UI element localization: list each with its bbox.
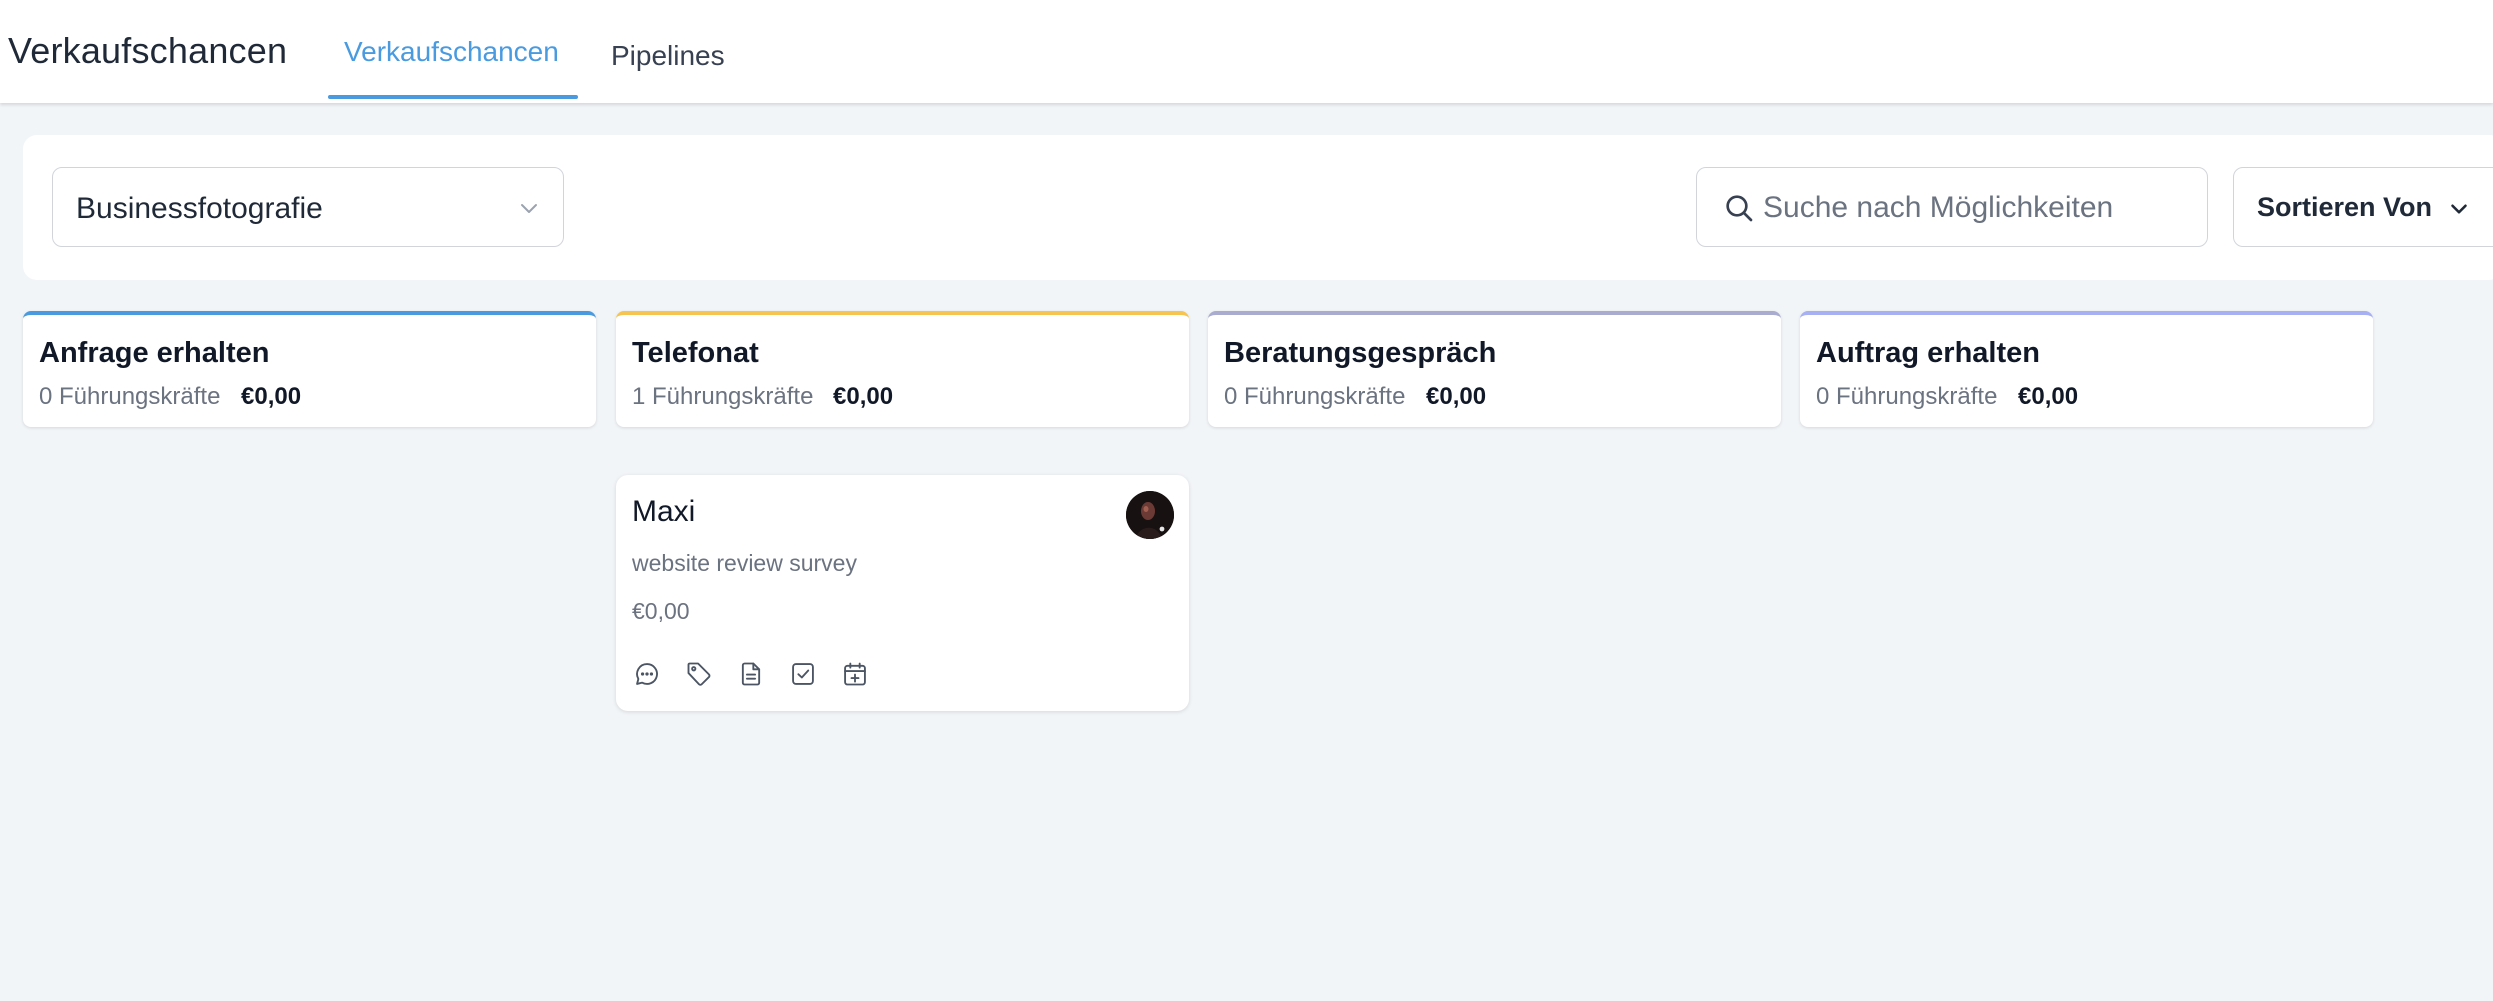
pipeline-select[interactable]: Businessfotografie [52,167,564,247]
active-tab-indicator [328,95,578,99]
avatar-image [1126,491,1174,539]
stage-name: Anfrage erhalten [39,337,270,369]
stage-amount: €0,00 [1426,383,1487,410]
search-input[interactable] [1763,186,2173,230]
document-icon[interactable] [736,659,766,689]
chevron-down-icon [521,204,537,213]
stage-amount: €0,00 [241,383,302,410]
stage-anfrage-erhalten: Anfrage erhalten 0 Führungskräfte €0,00 [23,311,596,427]
tag-icon[interactable] [684,659,714,689]
stage-telefonat: Telefonat 1 Führungskräfte €0,00 [616,311,1189,427]
stage-auftrag-erhalten: Auftrag erhalten 0 Führungskräfte €0,00 [1800,311,2373,427]
stage-count: 0 Führungskräfte [1816,383,1998,410]
tab-verkaufschancen[interactable]: Verkaufschancen [344,36,559,68]
top-header: Verkaufschancen Verkaufschancen Pipeline… [0,0,2493,103]
pipeline-select-value: Businessfotografie [76,192,323,225]
opportunity-card[interactable]: Maxi website review survey €0,00 [616,475,1189,711]
stage-count: 1 Führungskräfte [632,383,814,410]
chevron-down-icon [2451,204,2467,214]
opportunity-name: Maxi [632,495,696,528]
sort-dropdown-button[interactable]: Sortieren Von [2233,167,2493,247]
stage-name: Telefonat [632,337,759,369]
stage-amount: €0,00 [2018,383,2079,410]
tab-pipelines[interactable]: Pipelines [611,40,725,72]
stage-name: Beratungsgespräch [1224,337,1497,369]
avatar[interactable] [1126,491,1174,539]
opportunity-value: €0,00 [632,598,690,624]
stage-beratungsgespraech: Beratungsgespräch 0 Führungskräfte €0,00 [1208,311,1781,427]
sort-label: Sortieren Von [2257,192,2433,222]
stage-count: 0 Führungskräfte [39,383,221,410]
card-actions [632,659,892,689]
stage-amount: €0,00 [833,383,894,410]
task-checkbox-icon[interactable] [788,659,818,689]
stage-count: 0 Führungskräfte [1224,383,1406,410]
page-title: Verkaufschancen [8,30,288,71]
calendar-add-icon[interactable] [840,659,870,689]
search-field[interactable] [1696,167,2208,247]
chat-icon[interactable] [632,659,662,689]
opportunity-source: website review survey [632,550,857,576]
search-icon [1726,195,1753,222]
stage-name: Auftrag erhalten [1816,337,2040,369]
